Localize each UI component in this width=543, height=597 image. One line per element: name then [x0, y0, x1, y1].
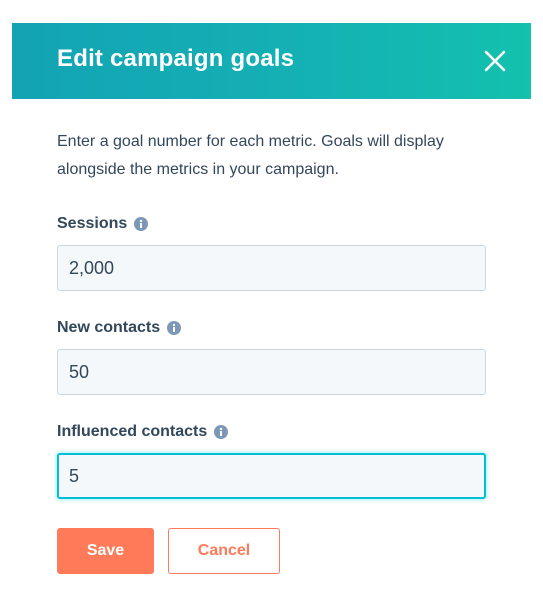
influenced-contacts-label-text: Influenced contacts — [57, 423, 208, 440]
sessions-input[interactable] — [57, 245, 486, 291]
new-contacts-label-text: New contacts — [57, 319, 161, 336]
close-button[interactable] — [481, 47, 509, 75]
sessions-label: Sessions — [57, 215, 149, 233]
close-icon — [484, 50, 506, 72]
influenced-contacts-input[interactable] — [57, 453, 486, 499]
info-icon[interactable] — [167, 321, 182, 335]
edit-goals-dialog: Edit campaign goals Enter a goal number … — [0, 0, 543, 597]
new-contacts-label: New contacts — [57, 319, 182, 337]
influenced-contacts-label: Influenced contacts — [57, 423, 229, 441]
sessions-label-text: Sessions — [57, 215, 128, 232]
new-contacts-input[interactable] — [57, 349, 486, 395]
dialog-description: Enter a goal number for each metric. Goa… — [57, 133, 444, 178]
dialog-title: Edit campaign goals — [57, 45, 295, 72]
dialog-header: Edit campaign goals — [12, 23, 531, 99]
save-button[interactable]: Save — [57, 528, 154, 574]
info-icon[interactable] — [214, 425, 229, 439]
info-icon[interactable] — [134, 217, 149, 231]
cancel-button[interactable]: Cancel — [168, 528, 280, 574]
